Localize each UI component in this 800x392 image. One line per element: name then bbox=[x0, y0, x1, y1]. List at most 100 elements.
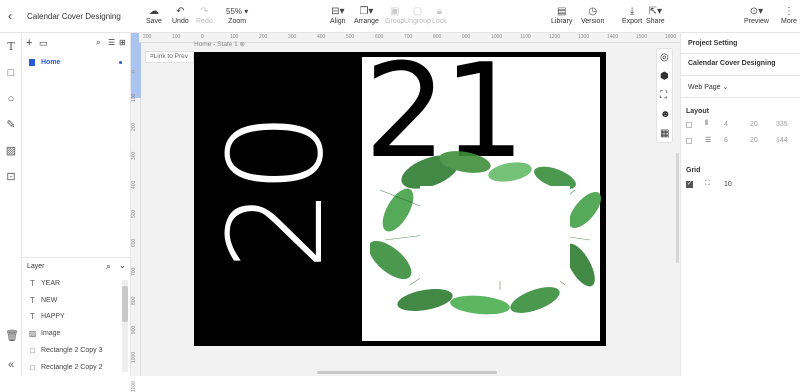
preview-button[interactable]: ⊙▾ Preview bbox=[744, 5, 769, 25]
layout-row2-gutter[interactable]: 20 bbox=[750, 137, 758, 144]
layer-item-rect-copy2[interactable]: □ Rectangle 2 Copy 2 bbox=[28, 360, 102, 374]
state-label: Home - State 1 ⊗ bbox=[194, 41, 245, 48]
grid-checkbox[interactable]: ✓ bbox=[686, 181, 693, 188]
scroll-thumb[interactable] bbox=[122, 286, 128, 322]
layout-checkbox-2[interactable] bbox=[686, 138, 692, 144]
floating-toolbar: ◎ ⬢ ⛶ ☻ ▦ bbox=[656, 48, 673, 143]
layer-item-year[interactable]: T YEAR bbox=[28, 276, 60, 290]
group-button[interactable]: ▣ Group bbox=[385, 5, 404, 25]
version-button[interactable]: ◷ Version bbox=[581, 5, 604, 25]
collapse-icon[interactable]: « bbox=[5, 359, 17, 371]
crop-icon[interactable]: ⛶ bbox=[660, 90, 667, 101]
active-dot bbox=[119, 60, 122, 64]
tropical-leaves-image[interactable] bbox=[370, 150, 605, 315]
ruler-tick-label: 1000 bbox=[131, 351, 137, 363]
grid-label: Grid bbox=[686, 167, 701, 174]
canvas[interactable]: Home - State 1 ⊗ ⌗Link to Prev 20 21 ◎ ⬢… bbox=[141, 41, 680, 376]
search-icon[interactable]: ⌕ bbox=[96, 38, 100, 48]
redo-icon: ↷ bbox=[200, 6, 209, 17]
align-button[interactable]: ⊟▾ Align bbox=[330, 5, 346, 25]
back-icon[interactable]: ‹ bbox=[8, 9, 12, 23]
play-icon: ⊙▾ bbox=[749, 6, 764, 17]
save-button[interactable]: ☁ Save bbox=[146, 5, 162, 25]
ruler-tick-label: 1500 bbox=[636, 34, 648, 40]
vertical-scrollbar[interactable] bbox=[676, 153, 679, 263]
download-icon: ⤓ bbox=[629, 6, 635, 17]
zoom-control[interactable]: 55% ▾ Zoom bbox=[226, 5, 248, 25]
component-tool-icon[interactable]: ⊡ bbox=[5, 171, 17, 183]
ruler-tick-label: 400 bbox=[317, 34, 326, 40]
text-icon: T bbox=[30, 311, 35, 321]
layout-checkbox-1[interactable] bbox=[686, 122, 692, 128]
ruler-tick-label: 900 bbox=[131, 325, 137, 334]
ruler-tick-label: 1200 bbox=[549, 34, 561, 40]
ruler-tick-label: 100 bbox=[172, 34, 181, 40]
page-icon bbox=[29, 58, 35, 66]
library-button[interactable]: ▤ Library bbox=[551, 5, 572, 25]
redo-button[interactable]: ↷ Redo bbox=[196, 5, 213, 25]
close-icon[interactable]: ⊗ bbox=[240, 41, 245, 48]
layer-title: Layer bbox=[27, 263, 45, 270]
table-icon[interactable]: ▦ bbox=[660, 128, 669, 139]
layout-row1-gutter[interactable]: 20 bbox=[750, 121, 758, 128]
align-icon: ⊟▾ bbox=[331, 6, 345, 17]
rectangle-icon: □ bbox=[30, 345, 35, 355]
layer-item-new[interactable]: T NEW bbox=[28, 293, 57, 307]
layer-item-rect-copy3[interactable]: □ Rectangle 2 Copy 3 bbox=[28, 343, 102, 357]
undo-button[interactable]: ↶ Undo bbox=[172, 5, 189, 25]
ruler-tick-label: 1600 bbox=[665, 34, 677, 40]
ruler-tick-label: 600 bbox=[131, 238, 137, 247]
cube-icon[interactable]: ⬢ bbox=[660, 71, 669, 82]
text-tool-icon[interactable]: T bbox=[5, 41, 17, 53]
page-item-home[interactable]: Home bbox=[22, 55, 130, 69]
ellipse-tool-icon[interactable]: ○ bbox=[5, 93, 17, 105]
layer-search-icon[interactable]: ⌕ bbox=[106, 261, 111, 272]
export-button[interactable]: ⤓ Export bbox=[622, 5, 642, 25]
link-to-prev-button[interactable]: ⌗Link to Prev bbox=[145, 51, 194, 63]
folder-icon[interactable]: ▭ bbox=[39, 38, 48, 49]
emoji-icon[interactable]: ☻ bbox=[660, 109, 671, 120]
tool-rail: T □ ○ ✎ ▨ ⊡ 🗑︎ « bbox=[0, 33, 22, 376]
device-select[interactable]: Web Page ⌄ bbox=[688, 83, 728, 91]
layout-row1-count[interactable]: 4 bbox=[724, 121, 728, 128]
chevron-down-icon[interactable]: ⌄ bbox=[119, 261, 126, 270]
poster-artboard[interactable]: 20 21 bbox=[194, 46, 606, 346]
add-page-icon[interactable]: + bbox=[26, 37, 32, 49]
ungroup-icon: ▢ bbox=[412, 6, 423, 17]
rectangle-tool-icon[interactable]: □ bbox=[5, 67, 17, 79]
layout-row2-count[interactable]: 6 bbox=[724, 137, 728, 144]
project-name[interactable]: Calendar Cover Designing bbox=[688, 60, 776, 67]
lock-icon: 🔒︎ bbox=[436, 6, 443, 17]
horizontal-scrollbar[interactable] bbox=[317, 371, 497, 374]
tab-project-setting[interactable]: Project Setting bbox=[688, 40, 737, 47]
grid-size-icon: ⛶ bbox=[705, 180, 710, 187]
grid-view-icon[interactable]: ⊞ bbox=[119, 38, 126, 47]
ruler-tick-label: 400 bbox=[131, 180, 137, 189]
more-button[interactable]: ⋮ More bbox=[781, 5, 797, 25]
share-button[interactable]: ⇱▾ Share bbox=[646, 5, 665, 25]
ruler-tick-label: 800 bbox=[131, 296, 137, 305]
grid-value[interactable]: 10 bbox=[724, 181, 732, 188]
target-icon[interactable]: ◎ bbox=[660, 52, 669, 63]
layout-label: Layout bbox=[686, 108, 709, 115]
pages-panel: + ▭ ⌕ ☰ ⊞ Home bbox=[22, 33, 131, 257]
layer-item-image[interactable]: ▨ Image bbox=[28, 326, 61, 340]
ruler-left: 0 100 200 300 400 500 600 700 800 900 1000 1100 bbox=[131, 43, 141, 392]
ruler-tick-label: 200 bbox=[259, 34, 268, 40]
image-tool-icon[interactable]: ▨ bbox=[5, 145, 17, 157]
text-2020-left[interactable]: 20 bbox=[200, 108, 352, 280]
layout-row2-height[interactable]: 144 bbox=[776, 137, 788, 144]
layer-scrollbar[interactable] bbox=[122, 280, 128, 372]
sort-icon[interactable]: ☰ bbox=[108, 38, 115, 47]
ungroup-button[interactable]: ▢ Ungroup bbox=[404, 5, 431, 25]
more-vertical-icon: ⋮ bbox=[783, 6, 794, 17]
arrange-button[interactable]: ❐▾ Arrange bbox=[354, 5, 379, 25]
library-icon: ▤ bbox=[556, 6, 567, 17]
layout-row1-width[interactable]: 335 bbox=[776, 121, 788, 128]
ruler-tick-label: 1100 bbox=[131, 381, 137, 392]
pen-tool-icon[interactable]: ✎ bbox=[5, 119, 17, 131]
lock-button[interactable]: 🔒︎ Lock bbox=[432, 5, 447, 25]
trash-icon[interactable]: 🗑︎ bbox=[5, 330, 19, 342]
layer-item-happy[interactable]: T HAPPY bbox=[28, 309, 65, 323]
ruler-tick-label: 1300 bbox=[578, 34, 590, 40]
